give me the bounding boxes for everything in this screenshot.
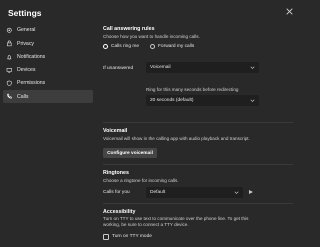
configure-voicemail-button[interactable]: Configure voicemail — [103, 148, 157, 158]
if-unanswered-label: If unanswered — [103, 66, 134, 71]
accessibility-heading: Accessibility — [103, 209, 136, 215]
voicemail-description: Voicemail will show in the calling app w… — [103, 136, 250, 141]
settings-sidebar: General Privacy Notifications Devices Pe… — [3, 24, 93, 104]
bell-icon — [6, 53, 13, 60]
sidebar-item-devices[interactable]: Devices — [3, 64, 93, 77]
section-divider — [103, 203, 293, 204]
sidebar-item-label: Notifications — [17, 53, 46, 60]
gear-icon — [6, 27, 13, 34]
calls-settings-panel: Call answering rules Choose how you want… — [103, 0, 293, 247]
calls-for-you-label: Calls for you — [103, 190, 130, 195]
sidebar-item-label: General — [17, 27, 36, 34]
chevron-down-icon — [250, 99, 255, 102]
chevron-down-icon — [234, 191, 239, 194]
calls-ring-me-label: Calls ring me — [111, 43, 139, 49]
ringtones-heading: Ringtones — [103, 170, 129, 176]
sidebar-item-calls[interactable]: Calls — [3, 90, 93, 103]
ringtone-value: Default — [150, 190, 166, 195]
shield-icon — [6, 80, 13, 87]
ring-duration-label: Ring for this many seconds before redire… — [146, 87, 239, 92]
forward-calls-label: Forward my calls — [158, 43, 195, 49]
section-divider — [103, 164, 293, 165]
tty-mode-label: Turn on TTY mode — [112, 234, 152, 239]
section-divider — [103, 122, 293, 123]
window-title: Settings — [8, 8, 42, 18]
ringtone-dropdown[interactable]: Default — [146, 187, 243, 198]
ring-duration-value: 20 seconds (default) — [150, 98, 194, 103]
settings-window: Settings General Privacy Notifications D… — [0, 0, 300, 247]
call-answering-heading: Call answering rules — [103, 26, 155, 32]
sidebar-item-label: Permissions — [17, 80, 46, 87]
voicemail-heading: Voicemail — [103, 128, 128, 134]
lock-icon — [6, 40, 13, 47]
calls-ring-me-radio[interactable] — [103, 44, 108, 49]
sidebar-item-general[interactable]: General — [3, 24, 93, 37]
tty-mode-checkbox[interactable] — [103, 234, 109, 240]
sidebar-item-label: Privacy — [17, 40, 35, 47]
sidebar-item-label: Devices — [17, 67, 36, 74]
accessibility-description-line2: working, be sure to connect a TTY device… — [103, 222, 189, 227]
play-icon[interactable] — [249, 190, 253, 194]
call-answering-description: Choose how you want to handle incoming c… — [103, 34, 200, 39]
sidebar-item-privacy[interactable]: Privacy — [3, 37, 93, 50]
phone-icon — [6, 93, 13, 100]
if-unanswered-dropdown[interactable]: Voicemail — [146, 62, 259, 73]
chevron-down-icon — [250, 66, 255, 69]
sidebar-item-label: Calls — [17, 93, 29, 100]
ring-duration-dropdown[interactable]: 20 seconds (default) — [146, 95, 259, 106]
ringtones-description: Choose a ringtone for incoming calls. — [103, 178, 179, 183]
sidebar-item-notifications[interactable]: Notifications — [3, 51, 93, 64]
sidebar-item-permissions[interactable]: Permissions — [3, 77, 93, 90]
monitor-icon — [6, 67, 13, 74]
forward-calls-radio[interactable] — [150, 44, 155, 49]
if-unanswered-value: Voicemail — [150, 65, 171, 70]
